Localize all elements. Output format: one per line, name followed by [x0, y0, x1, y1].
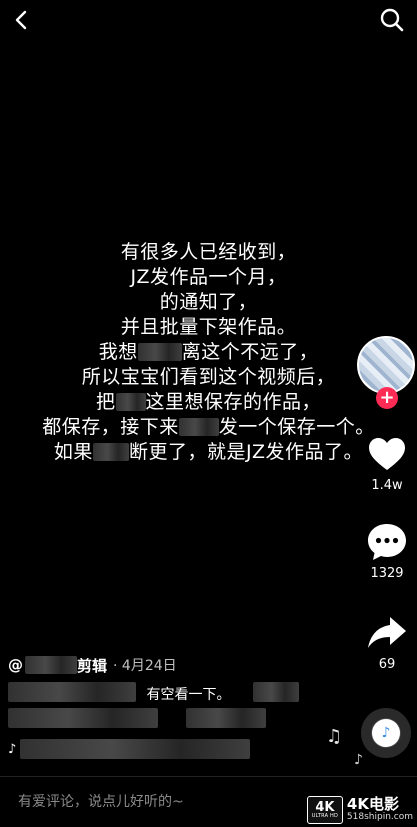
- post-text-segment: 我想: [98, 341, 138, 363]
- author-avatar[interactable]: [357, 336, 415, 394]
- music-disc-icon: ♪: [372, 719, 400, 747]
- comment-button[interactable]: 1329: [357, 520, 417, 581]
- share-button[interactable]: 69: [357, 611, 417, 672]
- post-date: · 4月24日: [113, 658, 177, 674]
- author-avatar-group: +: [357, 336, 415, 409]
- comment-icon: [368, 524, 406, 560]
- post-text-line: 把 这里想保存的作品，: [0, 390, 417, 415]
- watermark-badge-sub: ULTRA HD: [311, 813, 339, 819]
- blurred-music-title: [20, 739, 251, 759]
- post-text-segment: 把: [95, 391, 116, 413]
- post-text-segment: 都保存，接下来: [42, 416, 179, 438]
- post-text-line: JZ发作品一个月，: [0, 265, 417, 290]
- description-line: 有空看一下。: [8, 682, 348, 729]
- at-symbol: @: [8, 656, 23, 674]
- chevron-left-icon: [15, 10, 27, 30]
- share-count: 69: [378, 657, 396, 672]
- watermark-text: 4K电影 518shipin.com: [347, 797, 413, 822]
- caption-area: @ 剪辑 · 4月24日 有空看一下。 ♪: [8, 654, 348, 759]
- blurred-description-second-line-b: [186, 708, 267, 728]
- blurred-text-segment: [92, 443, 129, 461]
- watermark: 4K ULTRA HD 4K电影 518shipin.com: [306, 795, 413, 825]
- post-text-segment: JZ发作品一个月，: [130, 266, 287, 288]
- comment-input[interactable]: [18, 791, 298, 813]
- post-text-line: 如果 断更了，就是JZ发作品了。: [0, 440, 417, 465]
- floating-music-note-icon-2: ♪: [354, 752, 363, 768]
- search-icon: [380, 8, 404, 32]
- blurred-description-end: [252, 682, 299, 702]
- top-bar: [0, 0, 417, 44]
- post-text-segment: 断更了，就是JZ发作品了。: [128, 441, 364, 463]
- watermark-title: 4K电影: [346, 795, 399, 814]
- music-note-icon: ♪: [8, 741, 17, 757]
- heart-icon: [369, 438, 405, 470]
- back-button[interactable]: [8, 6, 36, 34]
- author-line: @ 剪辑 · 4月24日: [8, 654, 348, 676]
- description-visible-text: 有空看一下。: [146, 687, 231, 703]
- search-button[interactable]: [377, 5, 407, 35]
- post-text-segment: 所以宝宝们看到这个视频后，: [81, 366, 336, 388]
- blurred-description-start: [8, 682, 136, 702]
- blurred-description-second-line: [8, 708, 158, 728]
- post-text-line: 都保存，接下来 发一个保存一个。: [0, 415, 417, 440]
- floating-music-note-icon: ♫: [326, 726, 343, 747]
- post-text-segment: 有很多人已经收到，: [120, 241, 297, 263]
- post-text-segment: 这里想保存的作品，: [145, 391, 322, 413]
- post-text-line: 并且批量下架作品。: [0, 315, 417, 340]
- post-text-line: 有很多人已经收到，: [0, 240, 417, 265]
- like-count: 1.4w: [371, 478, 403, 493]
- post-text-segment: 如果: [53, 441, 93, 463]
- music-disc-button[interactable]: ♪: [361, 708, 411, 758]
- comment-count: 1329: [370, 566, 404, 581]
- post-text-line: 的通知了，: [0, 290, 417, 315]
- post-text-segment: 发一个保存一个。: [218, 416, 375, 438]
- watermark-site: 518shipin.com: [346, 812, 413, 823]
- post-text: 有很多人已经收到， JZ发作品一个月， 的通知了， 并且批量下架作品。我想 离这个不远了…: [0, 240, 417, 465]
- music-line[interactable]: ♪: [8, 738, 348, 760]
- blurred-text-segment: [115, 393, 146, 411]
- post-text-line: 所以宝宝们看到这个视频后，: [0, 365, 417, 390]
- author-name-suffix[interactable]: 剪辑: [77, 655, 107, 676]
- follow-button[interactable]: +: [376, 387, 398, 409]
- post-text-segment: 的通知了，: [159, 291, 258, 313]
- post-text-line: 我想 离这个不远了，: [0, 340, 417, 365]
- watermark-badge: 4K ULTRA HD: [306, 796, 343, 824]
- blurred-author-name: [25, 656, 77, 674]
- plus-icon: +: [379, 387, 395, 408]
- share-icon: [368, 617, 406, 648]
- like-button[interactable]: 1.4w: [357, 432, 417, 493]
- blurred-text-segment: [137, 343, 182, 361]
- blurred-text-segment: [178, 418, 219, 436]
- post-text-segment: 并且批量下架作品。: [120, 316, 297, 338]
- post-text-segment: 离这个不远了，: [181, 341, 319, 363]
